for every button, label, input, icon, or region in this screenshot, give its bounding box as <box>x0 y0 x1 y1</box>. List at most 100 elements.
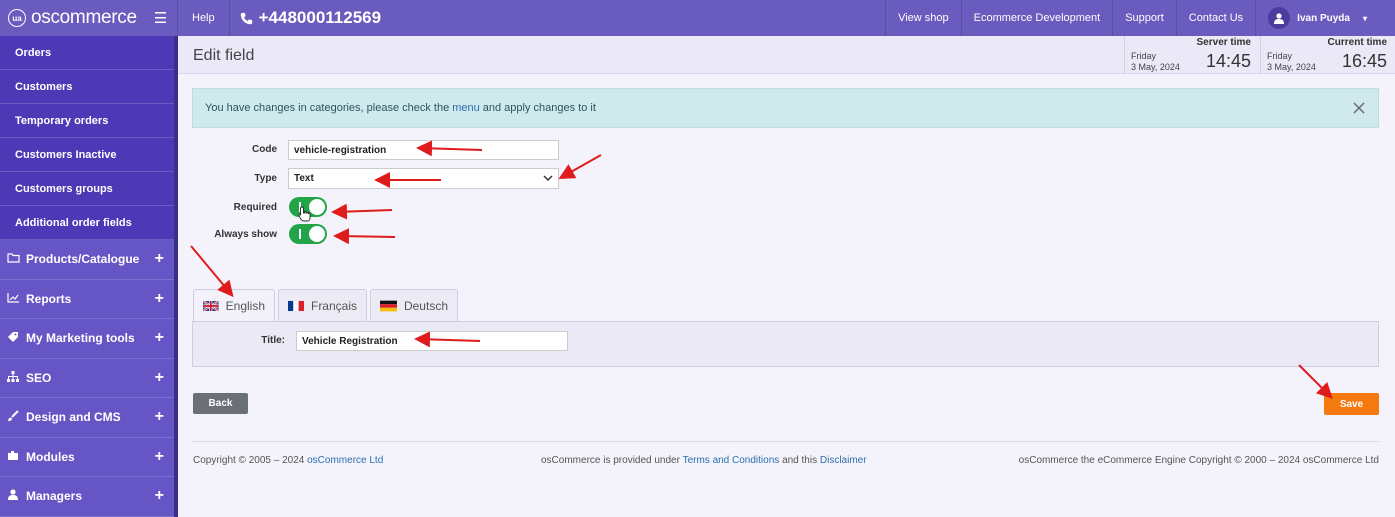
alert-menu-link[interactable]: menu <box>452 102 480 114</box>
avatar <box>1268 7 1291 29</box>
close-icon[interactable] <box>1352 101 1366 115</box>
chart-icon <box>6 292 20 306</box>
sidebar-item-customers[interactable]: Customers <box>0 70 174 104</box>
phone-text: +448000112569 <box>258 8 382 27</box>
sidebar-item-label: My Marketing tools <box>26 331 135 346</box>
arrow-save <box>1298 364 1333 399</box>
hamburger-menu-icon[interactable]: ☰ <box>154 9 167 27</box>
sidebar-item-modules[interactable]: Modules + <box>0 437 174 477</box>
current-day: Friday <box>1267 51 1293 61</box>
sidebar-item-label: Products/Catalogue <box>26 252 140 267</box>
plus-icon: + <box>154 329 164 347</box>
toggle-knob <box>309 226 325 242</box>
phone-number[interactable]: +448000112569 <box>230 8 381 28</box>
disclaimer-link[interactable]: Disclaimer <box>820 455 867 466</box>
plus-icon: + <box>154 368 164 386</box>
footer-copyright-text: Copyright © 2005 – 2024 <box>193 455 305 466</box>
sidebar-item-my-marketing-tools[interactable]: My Marketing tools + <box>0 319 174 359</box>
footer-terms-between: and this <box>782 455 818 466</box>
folder-icon <box>6 252 20 266</box>
annotation-arrows <box>190 140 1333 399</box>
plus-icon: + <box>154 250 164 268</box>
tab-deutsch[interactable]: Deutsch <box>370 289 458 322</box>
always-show-label: Always show <box>214 229 277 240</box>
phone-icon <box>240 12 252 24</box>
arrow-english-tab <box>190 245 234 298</box>
tab-francais[interactable]: Français <box>278 289 367 322</box>
required-label: Required <box>233 202 277 213</box>
sidebar-item-reports[interactable]: Reports + <box>0 279 174 319</box>
chevron-down-icon: ▾ <box>1362 13 1367 23</box>
sidebar-item-customers-groups[interactable]: Customers groups <box>0 172 174 206</box>
arrow-type-caret <box>558 154 602 179</box>
brush-icon <box>6 410 20 425</box>
alert-text-before: You have changes in categories, please c… <box>205 102 450 114</box>
current-date-text: 3 May, 2024 <box>1267 62 1316 72</box>
footer-divider <box>192 441 1379 442</box>
sidebar-item-temporary-orders[interactable]: Temporary orders <box>0 104 174 138</box>
server-time: Server time Friday 3 May, 2024 14:45 <box>1124 36 1259 74</box>
sidebar-item-label: Design and CMS <box>26 410 121 425</box>
user-menu[interactable]: Ivan Puyda ▾ <box>1255 0 1395 36</box>
footer-copyright: Copyright © 2005 – 2024 osCommerce Ltd <box>193 455 383 466</box>
tab-label: Français <box>310 299 357 313</box>
top-bar: ua oscommerce ☰ Help +448000112569 View … <box>0 0 1395 36</box>
footer-terms-text: osCommerce is provided under <box>541 455 680 466</box>
title-label: Title: <box>261 335 285 346</box>
type-selected-value: Text <box>294 173 314 184</box>
type-label: Type <box>254 173 277 184</box>
sidebar-item-label: SEO <box>26 370 52 385</box>
footer-terms: osCommerce is provided under Terms and C… <box>541 455 867 466</box>
view-shop-link[interactable]: View shop <box>885 0 961 36</box>
user-name: Ivan Puyda <box>1297 12 1350 24</box>
sidebar-item-products-catalogue[interactable]: Products/Catalogue + <box>0 240 174 280</box>
plus-icon: + <box>154 289 164 307</box>
sidebar-item-additional-order-fields[interactable]: Additional order fields <box>0 206 174 240</box>
sidebar-item-managers[interactable]: Managers + <box>0 477 174 517</box>
germany-flag-icon <box>380 300 397 312</box>
tab-english[interactable]: English <box>193 289 275 322</box>
sidebar-item-customers-inactive[interactable]: Customers Inactive <box>0 138 174 172</box>
type-select[interactable]: Text <box>288 168 559 189</box>
back-button[interactable]: Back <box>193 393 248 414</box>
toggle-on-mark <box>299 229 301 239</box>
footer-oscommerce-link[interactable]: osCommerce Ltd <box>307 455 383 466</box>
logo[interactable]: ua oscommerce ☰ <box>0 0 178 36</box>
server-date-text: 3 May, 2024 <box>1131 62 1180 72</box>
logo-text: oscommerce <box>31 7 137 28</box>
puzzle-icon <box>6 450 20 464</box>
sitemap-icon <box>6 370 20 385</box>
sidebar-item-orders[interactable]: Orders <box>0 36 174 70</box>
user-icon <box>1274 12 1285 24</box>
alert-text-after: and apply changes to it <box>482 102 596 114</box>
current-time: Current time Friday 3 May, 2024 16:45 <box>1260 36 1395 74</box>
server-date: Friday 3 May, 2024 <box>1131 51 1180 73</box>
uk-flag-icon <box>203 300 219 312</box>
contact-us-link[interactable]: Contact Us <box>1175 0 1255 36</box>
sidebar: Orders Customers Temporary orders Custom… <box>0 36 178 517</box>
sidebar-item-label: Managers <box>26 489 83 504</box>
sidebar-item-design-and-cms[interactable]: Design and CMS + <box>0 398 174 438</box>
tag-icon <box>6 331 20 346</box>
help-link[interactable]: Help <box>178 0 230 36</box>
save-button[interactable]: Save <box>1324 393 1379 415</box>
current-date: Friday 3 May, 2024 <box>1267 51 1316 73</box>
server-time-label: Server time <box>1196 37 1251 48</box>
tab-label: Deutsch <box>403 299 448 313</box>
ecommerce-development-link[interactable]: Ecommerce Development <box>960 0 1113 36</box>
tab-label: English <box>225 299 265 313</box>
title-input[interactable]: Vehicle Registration <box>296 331 568 351</box>
sidebar-item-seo[interactable]: SEO + <box>0 358 174 398</box>
code-input[interactable]: vehicle-registration <box>288 140 559 160</box>
terms-and-conditions-link[interactable]: Terms and Conditions <box>683 455 780 466</box>
logo-badge-icon: ua <box>8 9 26 27</box>
sidebar-item-label: Modules <box>26 449 75 464</box>
sidebar-item-label: Reports <box>26 291 72 306</box>
support-link[interactable]: Support <box>1112 0 1176 36</box>
chevron-down-icon <box>543 175 553 182</box>
always-show-toggle[interactable] <box>289 224 327 244</box>
arrow-required <box>331 203 393 220</box>
server-day: Friday <box>1131 51 1157 61</box>
plus-icon: + <box>154 447 164 465</box>
content-header: Edit field Server time Friday 3 May, 202… <box>178 36 1395 74</box>
